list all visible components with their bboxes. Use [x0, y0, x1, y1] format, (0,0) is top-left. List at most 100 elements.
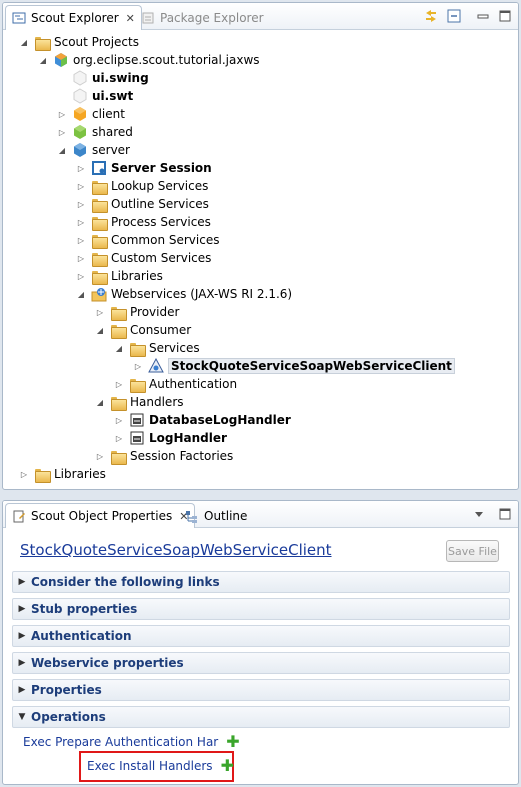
collapsed-arrow-icon[interactable]: ▶ — [13, 658, 31, 668]
plugin-icon — [72, 88, 88, 104]
section-header[interactable]: ▶ Consider the following links — [12, 571, 510, 593]
tree-item[interactable]: ▷ Process Services — [76, 213, 211, 231]
tree-item[interactable]: ▷ Server Session — [76, 159, 212, 177]
tree-item[interactable]: ▷ StockQuoteServiceSoapWebServiceClient — [133, 357, 455, 375]
section-header[interactable]: ▶ Stub properties — [12, 598, 510, 620]
tree-item-label: Custom Services — [111, 251, 212, 265]
collapsed-arrow-icon[interactable]: ▷ — [76, 249, 86, 267]
tree-item[interactable]: ui.swt — [57, 87, 133, 105]
expanded-arrow-icon[interactable]: ◢ — [76, 285, 86, 303]
collapsed-arrow-icon[interactable]: ▷ — [19, 465, 29, 483]
tree-item[interactable]: ▷ Outline Services — [76, 195, 209, 213]
collapsed-arrow-icon[interactable]: ▶ — [13, 577, 31, 587]
tree-item[interactable]: ▷ Provider — [95, 303, 179, 321]
collapsed-arrow-icon[interactable]: ▷ — [76, 195, 86, 213]
collapsed-arrow-icon[interactable]: ▷ — [57, 105, 67, 123]
tree-item[interactable]: ◢ org.eclipse.scout.tutorial.jaxws — [38, 51, 260, 69]
minimize-icon[interactable] — [475, 8, 491, 24]
operation-label[interactable]: Exec Install Handlers — [87, 759, 213, 773]
collapsed-arrow-icon[interactable]: ▷ — [76, 159, 86, 177]
collapse-all-icon[interactable] — [446, 8, 462, 24]
top-tabbar: Scout Explorer ✕ Package Explorer — [3, 3, 518, 30]
collapsed-arrow-icon[interactable]: ▷ — [114, 429, 124, 447]
tab-label: Scout Explorer — [31, 11, 119, 25]
tree-item[interactable]: ▷ Libraries — [76, 267, 163, 285]
collapsed-arrow-icon[interactable]: ▷ — [76, 177, 86, 195]
shared-plugin-icon — [72, 124, 88, 140]
folder-icon — [34, 466, 51, 483]
collapsed-arrow-icon[interactable]: ▷ — [57, 123, 67, 141]
tab-outline[interactable]: Outline — [179, 503, 253, 528]
maximize-icon[interactable] — [497, 506, 513, 522]
tree-item[interactable]: ▷ Session Factories — [95, 447, 233, 465]
tree-item[interactable]: ▷ DatabaseLogHandler — [114, 411, 291, 429]
folder-icon — [110, 304, 127, 321]
collapsed-arrow-icon[interactable]: ▷ — [114, 411, 124, 429]
section-header[interactable]: ▶ Webservice properties — [12, 652, 510, 674]
folder-icon — [110, 448, 127, 465]
tree-item[interactable]: ◢ Webservices (JAX-WS RI 2.1.6) — [76, 285, 292, 303]
tree-item[interactable]: ◢ Services — [114, 339, 200, 357]
close-icon[interactable]: ✕ — [126, 12, 135, 25]
tree-item-label: Services — [149, 341, 200, 355]
link-with-editor-icon[interactable] — [423, 8, 439, 24]
collapsed-arrow-icon[interactable]: ▶ — [13, 604, 31, 614]
collapsed-arrow-icon[interactable]: ▷ — [95, 303, 105, 321]
expanded-arrow-icon[interactable]: ◢ — [95, 393, 105, 411]
tree-item[interactable]: ◢ server — [57, 141, 130, 159]
project-icon — [53, 52, 69, 68]
collapsed-arrow-icon[interactable]: ▷ — [95, 447, 105, 465]
tree-item-label: Lookup Services — [111, 179, 209, 193]
tree-item-label: Consumer — [130, 323, 192, 337]
tab-scout-explorer[interactable]: Scout Explorer ✕ — [5, 5, 142, 30]
tab-package-explorer[interactable]: Package Explorer — [135, 5, 270, 30]
expanded-arrow-icon[interactable]: ▼ — [13, 712, 31, 722]
package-explorer-icon — [141, 11, 155, 25]
tree-item-label: Handlers — [130, 395, 184, 409]
tree-item-label: Provider — [130, 305, 180, 319]
maximize-icon[interactable] — [497, 8, 513, 24]
expanded-arrow-icon[interactable]: ◢ — [19, 33, 29, 51]
expanded-arrow-icon[interactable]: ◢ — [114, 339, 124, 357]
section-header[interactable]: ▶ Authentication — [12, 625, 510, 647]
expanded-arrow-icon[interactable]: ◢ — [95, 321, 105, 339]
collapsed-arrow-icon[interactable]: ▷ — [133, 357, 143, 375]
view-menu-icon[interactable] — [471, 506, 487, 522]
expanded-arrow-icon[interactable]: ◢ — [57, 141, 67, 159]
operation-label[interactable]: Exec Prepare Authentication Har — [23, 735, 218, 749]
tree-item[interactable]: ◢ Handlers — [95, 393, 184, 411]
collapsed-arrow-icon[interactable]: ▷ — [76, 267, 86, 285]
collapsed-arrow-icon[interactable]: ▷ — [114, 375, 124, 393]
tree-item[interactable]: ▷ LogHandler — [114, 429, 227, 447]
object-title-link[interactable]: StockQuoteServiceSoapWebServiceClient — [20, 541, 332, 559]
tree-item[interactable]: ◢ Consumer — [95, 321, 191, 339]
section-label: Webservice properties — [31, 656, 184, 670]
add-icon[interactable]: ✚ — [226, 734, 239, 750]
add-icon[interactable]: ✚ — [221, 758, 234, 774]
collapsed-arrow-icon[interactable]: ▶ — [13, 631, 31, 641]
save-file-button[interactable]: Save File — [446, 540, 499, 562]
tree-item[interactable]: ▷ Authentication — [114, 375, 237, 393]
folder-icon — [110, 322, 127, 339]
operation-exec-prepare-authentication[interactable]: Exec Prepare Authentication Har ✚ — [23, 734, 240, 750]
tree-item[interactable]: ▷ Common Services — [76, 231, 219, 249]
tree-item-label: client — [92, 107, 125, 121]
expanded-arrow-icon[interactable]: ◢ — [38, 51, 48, 69]
properties-icon — [12, 509, 26, 523]
tree-item[interactable]: ▷ Custom Services — [76, 249, 211, 267]
operation-exec-install-handlers[interactable]: Exec Install Handlers ✚ — [87, 758, 234, 774]
tree-item-label: LogHandler — [149, 431, 227, 445]
tab-scout-object-properties[interactable]: Scout Object Properties ✕ — [5, 503, 196, 528]
section-header[interactable]: ▶ Properties — [12, 679, 510, 701]
tree-item[interactable]: ▷ Lookup Services — [76, 177, 208, 195]
tree-item[interactable]: ▷ shared — [57, 123, 133, 141]
collapsed-arrow-icon[interactable]: ▷ — [76, 231, 86, 249]
tree-item[interactable]: ui.swing — [57, 69, 149, 87]
scout-explorer-icon — [12, 11, 26, 25]
tree-item[interactable]: ◢ Scout Projects — [19, 33, 139, 51]
collapsed-arrow-icon[interactable]: ▶ — [13, 685, 31, 695]
tree-item[interactable]: ▷ Libraries — [19, 465, 106, 483]
collapsed-arrow-icon[interactable]: ▷ — [76, 213, 86, 231]
section-header[interactable]: ▼ Operations — [12, 706, 510, 728]
tree-item[interactable]: ▷ client — [57, 105, 125, 123]
